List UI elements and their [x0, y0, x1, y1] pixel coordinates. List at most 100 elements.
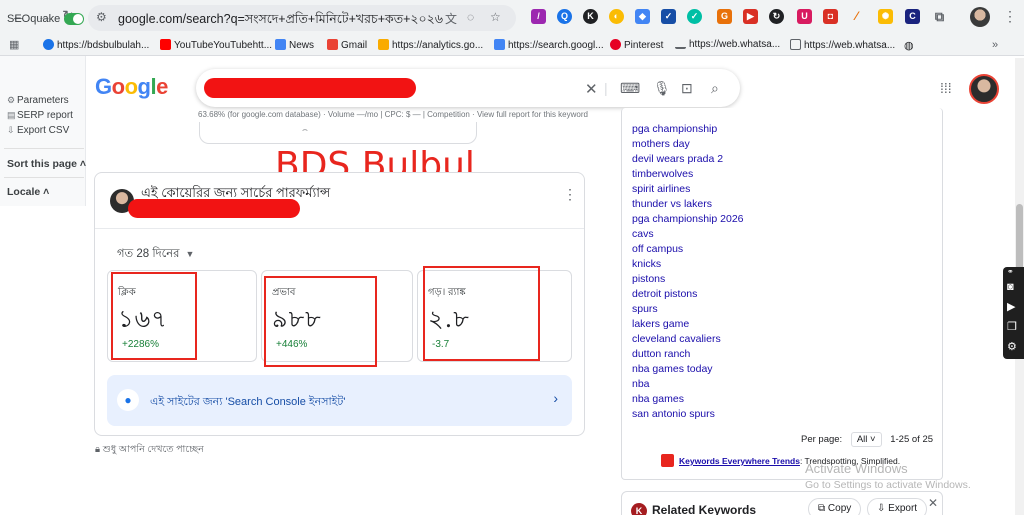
related-keywords-title: Related Keywords	[652, 503, 757, 515]
search-icon[interactable]: ⌕	[711, 80, 719, 97]
trend-item[interactable]: cleveland cavaliers	[632, 332, 744, 347]
trend-item[interactable]: dutton ranch	[632, 347, 744, 362]
browser-menu-icon[interactable]: ⋮	[1003, 8, 1017, 25]
microphone-icon[interactable]: 🎙︎	[653, 80, 671, 97]
trends-link[interactable]: Keywords Everywhere Trends	[679, 456, 800, 466]
trend-item[interactable]: nba games	[632, 392, 744, 407]
related-keywords-panel: K Related Keywords ⧉ Copy ⇩ Export ✕	[621, 491, 943, 515]
trend-item[interactable]: timberwolves	[632, 167, 744, 182]
trend-item[interactable]: cavs	[632, 227, 744, 242]
keyboard-icon[interactable]: ⌨	[620, 80, 640, 97]
more-bookmarks-icon[interactable]: »	[992, 39, 998, 51]
bookmark-4[interactable]: Gmail	[327, 39, 367, 51]
shield-extension-icon[interactable]: ◆	[635, 9, 650, 24]
copy-screens-icon[interactable]: ❐	[1007, 320, 1017, 333]
pen-extension-icon[interactable]: /	[531, 9, 546, 24]
slash-extension-icon[interactable]: ⁄	[849, 9, 864, 24]
k-extension-icon[interactable]: K	[583, 9, 598, 24]
locale-section[interactable]: Locale ˄	[7, 186, 49, 198]
trend-item[interactable]: nba	[632, 377, 744, 392]
per-page-label: Per page:	[801, 434, 843, 445]
bookmark-5[interactable]: https://analytics.go...	[378, 39, 483, 51]
trend-item[interactable]: pga championship	[632, 122, 744, 137]
divider	[4, 148, 84, 149]
video-icon[interactable]: ▶	[1007, 300, 1015, 313]
bookmark-2[interactable]: YouTubeYouTubehtt...	[160, 39, 272, 51]
seoquake-export-csv[interactable]: ⇩ Export CSV	[7, 125, 69, 136]
search-console-insights-link[interactable]: ● এই সাইটের জন্য 'Search Console ইনসাইট'…	[107, 375, 572, 426]
puzzle-icon[interactable]: ⧉	[932, 9, 947, 24]
insight-text: এই সাইটের জন্য 'Search Console ইনসাইট'	[150, 396, 346, 408]
bookmark-8[interactable]: https://web.whatsa...	[675, 39, 780, 50]
bookmark-6[interactable]: https://search.googl...	[494, 39, 604, 51]
export-icon: ⇩	[877, 503, 889, 514]
url-text: google.com/search?q=সংসদে+প্রতি+মিনিটে+খ…	[118, 12, 443, 26]
profile-avatar[interactable]	[970, 7, 990, 27]
card-menu-icon[interactable]: ⋮	[563, 186, 577, 203]
youtube-extension-icon[interactable]: ◘	[823, 9, 838, 24]
c-extension-icon[interactable]: C	[905, 9, 920, 24]
eye-off-icon[interactable]: ◌	[467, 10, 474, 24]
trend-item[interactable]: nba games today	[632, 362, 744, 377]
trend-item[interactable]: spurs	[632, 302, 744, 317]
lens-icon[interactable]: ⊡	[681, 80, 693, 97]
trend-item[interactable]: detroit pistons	[632, 287, 744, 302]
period-dropdown[interactable]: গত 28 দিনের ▼	[117, 245, 194, 264]
camera-icon[interactable]: ◙	[1007, 281, 1014, 293]
divider	[95, 228, 584, 229]
tube-extension-icon[interactable]: ▶	[743, 9, 758, 24]
copy-icon: ⧉	[818, 503, 828, 514]
scrollbar-thumb[interactable]	[1016, 204, 1023, 276]
trend-item[interactable]: san antonio spurs	[632, 407, 744, 422]
copy-button[interactable]: ⧉ Copy	[808, 498, 862, 515]
youtube-icon	[160, 39, 171, 50]
trend-item[interactable]: lakers game	[632, 317, 744, 332]
seoquake-extension-icon[interactable]: Q	[557, 9, 572, 24]
bookmark-9[interactable]: https://web.whatsa...	[790, 39, 895, 51]
address-bar[interactable]: ⚙ google.com/search?q=সংসদে+প্রতি+মিনিটে…	[88, 5, 516, 31]
trend-item[interactable]: pistons	[632, 272, 744, 287]
link-icon[interactable]: ⚭	[1007, 267, 1014, 276]
google-logo[interactable]: Google	[95, 74, 168, 100]
account-avatar[interactable]	[969, 74, 999, 104]
trend-item[interactable]: pga championship 2026	[632, 212, 744, 227]
globe-icon[interactable]: ◍	[904, 39, 914, 52]
lock-icon: 🔒︎	[95, 444, 103, 455]
news-icon	[275, 39, 286, 50]
apps-grid-icon[interactable]: ▦	[9, 38, 19, 51]
bookmark-star-icon[interactable]: ☆	[490, 10, 501, 24]
bookmark-3[interactable]: News	[275, 39, 314, 51]
check-mark-extension-icon[interactable]: ✓	[687, 9, 702, 24]
bookmark-1[interactable]: https://bdsbulbulah...	[43, 39, 149, 51]
check-extension-icon[interactable]: ✓	[661, 9, 676, 24]
trend-item[interactable]: knicks	[632, 257, 744, 272]
ublock-extension-icon[interactable]: U	[797, 9, 812, 24]
seoquake-parameters[interactable]: ⚙ Parameters	[7, 95, 69, 106]
seoquake-toggle[interactable]	[64, 13, 84, 25]
keywords-extension-icon[interactable]: ◐	[609, 9, 624, 24]
export-button[interactable]: ⇩ Export	[867, 498, 928, 515]
trend-item[interactable]: mothers day	[632, 137, 744, 152]
trend-item[interactable]: spirit airlines	[632, 182, 744, 197]
translate-icon[interactable]: 文	[445, 10, 457, 27]
settings-icon[interactable]: ⚙	[1007, 340, 1017, 353]
google-apps-icon[interactable]: ⁞⁞⁞	[940, 80, 952, 96]
sort-page-section[interactable]: Sort this page ˄	[7, 158, 86, 170]
trend-item[interactable]: thunder vs lakers	[632, 197, 744, 212]
site-info-icon[interactable]: ⚙	[96, 10, 107, 24]
clear-icon[interactable]: ✕	[585, 80, 598, 98]
windows-activation-watermark: Activate Windows Go to Settings to activ…	[805, 461, 971, 491]
redacted-query	[204, 78, 416, 98]
seoquake-serp-report[interactable]: ▤SERP report	[7, 110, 73, 121]
trend-item[interactable]: off campus	[632, 242, 744, 257]
dash-icon	[675, 42, 686, 49]
close-icon[interactable]: ✕	[928, 496, 938, 510]
trend-item[interactable]: devil wears prada 2	[632, 152, 744, 167]
gear-extension-icon[interactable]: ✺	[878, 9, 893, 24]
browser-toolbar: ← → ↻ ⚙ google.com/search?q=সংসদে+প্রতি+…	[0, 0, 1024, 35]
bookmark-7[interactable]: Pinterest	[610, 39, 663, 51]
refresh-extension-icon[interactable]: ↻	[769, 9, 784, 24]
g-extension-icon[interactable]: G	[717, 9, 732, 24]
browser-window: { "browser": { "url": "google.com/search…	[0, 0, 1024, 515]
per-page-select[interactable]: All ˅	[850, 432, 882, 447]
